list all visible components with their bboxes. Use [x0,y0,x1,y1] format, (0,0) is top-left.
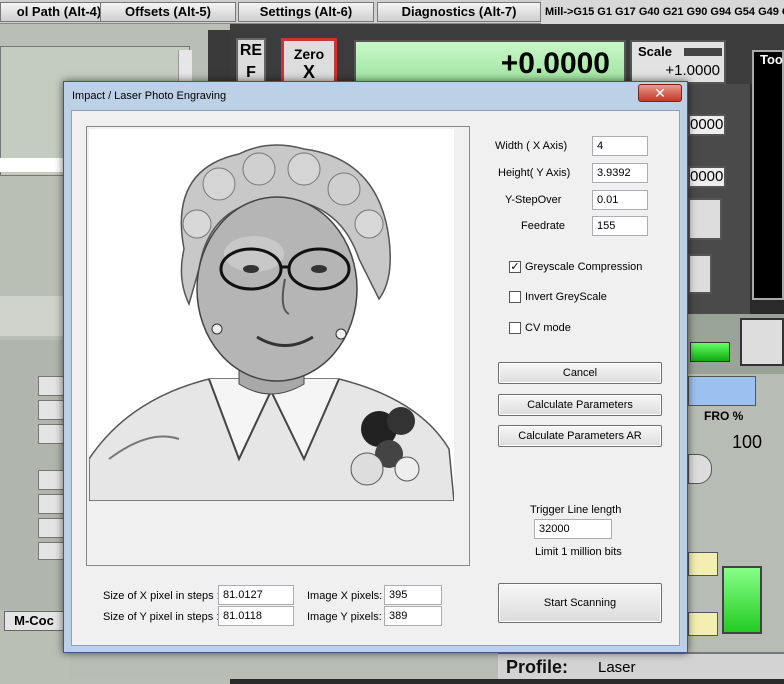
scale-label: Scale [638,44,672,59]
image-x-pixels-label: Image X pixels: [307,590,383,602]
green-led [690,342,730,362]
y-pixel-steps-label: Size of Y pixel in steps : [103,611,220,623]
tab-settings[interactable]: Settings (Alt-6) [238,2,374,22]
height-label: Height( Y Axis) [498,167,571,179]
dialog-client-area: Width ( X Axis) Height( Y Axis) Y-StepOv… [71,110,680,646]
toolpath-line [0,158,70,172]
mcode-button[interactable]: M-Coc [4,611,64,631]
zero-label: Zero [293,46,325,62]
trigger-line-label: Trigger Line length [530,504,622,516]
left-button-6[interactable] [38,518,66,538]
screen-tab-bar: ol Path (Alt-4) Offsets (Alt-5) Settings… [0,0,784,24]
height-input[interactable] [592,163,648,183]
tab-diagnostics[interactable]: Diagnostics (Alt-7) [377,2,541,22]
image-y-pixels-value[interactable] [384,606,442,626]
greyscale-checkbox[interactable]: ✓ [509,261,521,273]
image-x-pixels-value[interactable] [384,585,442,605]
y-pixel-steps-value[interactable] [218,606,294,626]
calculate-parameters-button[interactable]: Calculate Parameters [498,394,662,416]
z-scale-value: 0000 [688,166,726,188]
start-scanning-button[interactable]: Start Scanning [498,583,662,623]
x-pixel-steps-value[interactable] [218,585,294,605]
zero-x-button[interactable]: Zero X [281,38,337,86]
x-pixel-steps-label: Size of X pixel in steps : [103,590,220,602]
width-input[interactable] [592,136,648,156]
readout-1 [688,552,718,576]
close-icon: ✕ [654,85,666,101]
invert-greyscale-label: Invert GreyScale [525,291,607,303]
photo-engraving-dialog: Impact / Laser Photo Engraving ✕ Width (… [63,81,688,653]
check-icon: ✓ [510,261,520,273]
cancel-button[interactable]: Cancel [498,362,662,384]
cv-mode-checkbox[interactable] [509,322,521,334]
photo-preview-image [89,129,454,501]
dialog-title: Impact / Laser Photo Engraving [72,90,227,102]
left-button-3[interactable] [38,424,66,444]
dialog-titlebar[interactable]: Impact / Laser Photo Engraving ✕ [64,82,687,110]
invert-greyscale-checkbox[interactable] [509,291,521,303]
x-axis-dro: +0.0000 [354,40,626,86]
readout-2 [688,612,718,636]
zero-axis-label: X [302,62,315,82]
profile-label: Profile: [506,657,569,677]
tool-info-box: Too [752,50,784,300]
left-status-area [0,296,70,336]
tool-label: Too [760,52,783,67]
scale-value: +1.0000 [665,62,720,79]
fro-label: FRO % [704,409,744,423]
tab-offsets[interactable]: Offsets (Alt-5) [100,2,236,22]
close-button[interactable]: ✕ [638,84,682,102]
axis-button-2[interactable] [688,254,712,294]
portrait-image [89,129,454,501]
regen-toolpath-button[interactable] [740,318,784,366]
image-y-pixels-label: Image Y pixels: [307,611,382,623]
trigger-line-input[interactable] [534,519,612,539]
photo-preview-frame [86,126,470,566]
ystepover-label: Y-StepOver [505,194,562,206]
width-label: Width ( X Axis) [495,140,568,152]
left-button-4[interactable] [38,470,66,490]
limit-note: Limit 1 million bits [535,546,622,558]
active-gcodes-readout: Mill->G15 G1 G17 G40 G21 G90 G94 G54 G49… [541,0,784,24]
spindle-green-bar [722,566,762,634]
profile-value: Laser [598,659,636,676]
fro-value: 100 [732,432,763,452]
bottom-strip [70,652,498,679]
y-scale-value: 0000 [688,114,726,136]
feedrate-header [688,376,756,406]
left-button-1[interactable] [38,376,66,396]
x-scale-box: Scale +1.0000 [630,40,726,84]
left-button-7[interactable] [38,542,66,560]
axis-button[interactable] [688,198,722,240]
greyscale-label: Greyscale Compression [525,261,643,273]
left-button-5[interactable] [38,494,66,514]
scale-indicator [684,48,722,56]
profile-bar: Profile: Laser [498,652,784,679]
feedrate-input[interactable] [592,216,648,236]
left-button-2[interactable] [38,400,66,420]
feedrate-label: Feedrate [521,220,566,232]
calculate-parameters-ar-button[interactable]: Calculate Parameters AR [498,425,662,447]
ref-all-button[interactable]: RE F [236,38,266,86]
cv-mode-label: CV mode [525,322,571,334]
ystepover-input[interactable] [592,190,648,210]
